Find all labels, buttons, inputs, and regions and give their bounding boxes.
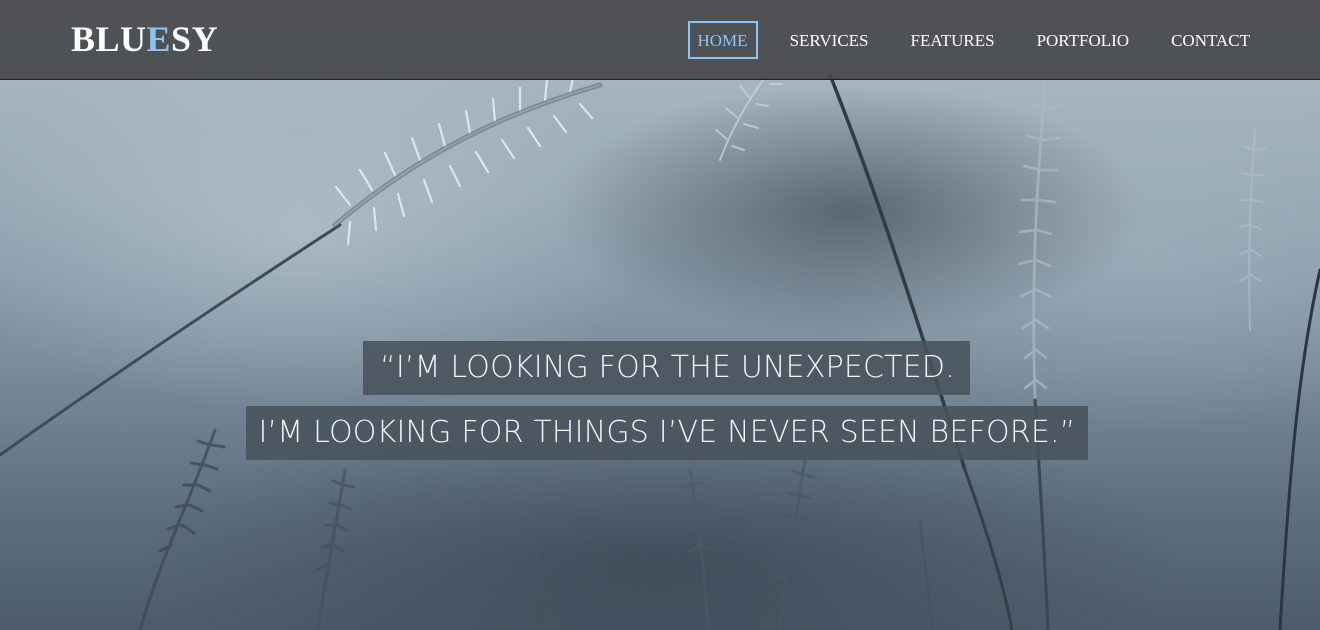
nav-item-portfolio[interactable]: PORTFOLIO [1027,21,1140,59]
logo-prefix: BLU [71,19,147,59]
hero-background-image [0,0,1320,630]
hero-quote-line-2: I’M LOOKING FOR THINGS I’VE NEVER SEEN B… [246,406,1088,460]
brand-logo[interactable]: BLUESY [71,19,218,59]
main-nav: HOME SERVICES FEATURES PORTFOLIO CONTACT [666,21,1261,59]
nav-item-home[interactable]: HOME [687,21,758,59]
nav-item-services[interactable]: SERVICES [780,21,879,59]
nav-item-features[interactable]: FEATURES [901,21,1005,59]
hero-quote-line-1: “I’M LOOKING FOR THE UNEXPECTED. [363,341,970,395]
nav-item-contact[interactable]: CONTACT [1161,21,1260,59]
wheat-illustration [0,44,1320,630]
page: BLUESY HOME SERVICES FEATURES PORTFOLIO … [0,0,1320,630]
logo-accent: E [146,19,172,59]
navbar: BLUESY HOME SERVICES FEATURES PORTFOLIO … [0,0,1320,80]
logo-suffix: SY [171,19,219,59]
